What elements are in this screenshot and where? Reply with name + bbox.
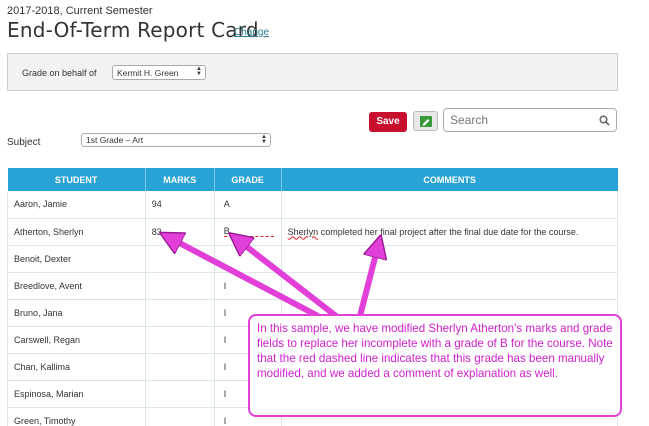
- student-name: Breedlove, Avent: [7, 272, 146, 300]
- comment-text: completed her final project after the fi…: [318, 226, 579, 237]
- grade-field[interactable]: A: [214, 191, 282, 219]
- comment-field[interactable]: [281, 245, 619, 273]
- save-button[interactable]: Save: [369, 112, 407, 132]
- student-name: Chan, Kallima: [7, 353, 146, 381]
- table-row: Breedlove, Avent I: [7, 272, 619, 300]
- behalf-label: Grade on behalf of: [22, 68, 97, 78]
- search-box[interactable]: [443, 108, 617, 132]
- column-header-comments[interactable]: COMMENTS: [281, 168, 618, 191]
- marks-field[interactable]: [145, 353, 215, 381]
- table-row: Aaron, Jamie 94 A: [7, 191, 619, 219]
- marks-field[interactable]: 83: [145, 218, 215, 246]
- column-header-marks[interactable]: MARKS: [145, 168, 215, 191]
- student-name: Green, Timothy: [7, 407, 146, 426]
- student-name: Atherton, Sherlyn: [7, 218, 146, 246]
- select-arrows-icon: ▲ ▼: [196, 66, 202, 77]
- behalf-select-value: Kermit H. Green: [117, 68, 179, 78]
- spellcheck-word: Sherlyn: [287, 226, 319, 237]
- table-row: Benoit, Dexter: [7, 245, 619, 273]
- pencil-icon: [420, 116, 432, 127]
- student-name: Bruno, Jana: [7, 299, 146, 327]
- page-title: End-Of-Term Report Card: [7, 18, 259, 42]
- subject-select[interactable]: 1st Grade – Art ▲ ▼: [81, 133, 271, 147]
- marks-field[interactable]: [145, 407, 215, 426]
- change-link[interactable]: Change: [234, 27, 269, 38]
- marks-field[interactable]: [145, 326, 215, 354]
- manual-grade-marker: B: [223, 226, 274, 237]
- table-header-row: STUDENT MARKS GRADE COMMENTS: [7, 168, 618, 191]
- table-row: Atherton, Sherlyn 83 B Sherlyn completed…: [7, 218, 619, 246]
- subject-label: Subject: [7, 137, 41, 148]
- marks-field[interactable]: [145, 245, 215, 273]
- annotation-callout: In this sample, we have modified Sherlyn…: [248, 314, 622, 417]
- term-label: 2017-2018, Current Semester: [7, 5, 153, 17]
- marks-field[interactable]: [145, 299, 215, 327]
- search-icon[interactable]: [599, 115, 610, 126]
- comment-field[interactable]: [281, 191, 619, 219]
- search-input[interactable]: [450, 113, 590, 127]
- student-name: Espinosa, Marian: [7, 380, 146, 408]
- select-arrows-icon: ▲ ▼: [261, 134, 267, 145]
- column-header-grade[interactable]: GRADE: [214, 168, 282, 191]
- grade-field[interactable]: B: [214, 218, 282, 246]
- grade-field[interactable]: I: [214, 272, 282, 300]
- comment-field[interactable]: Sherlyn completed her final project afte…: [281, 218, 619, 246]
- student-name: Aaron, Jamie: [7, 191, 146, 219]
- comment-field[interactable]: [281, 272, 619, 300]
- behalf-select[interactable]: Kermit H. Green ▲ ▼: [112, 65, 206, 80]
- behalf-panel: Grade on behalf of Kermit H. Green ▲ ▼: [7, 53, 618, 91]
- column-header-student[interactable]: STUDENT: [7, 168, 146, 191]
- marks-field[interactable]: [145, 272, 215, 300]
- edit-button[interactable]: [413, 111, 438, 131]
- marks-field[interactable]: [145, 380, 215, 408]
- grade-field[interactable]: [214, 245, 282, 273]
- subject-select-value: 1st Grade – Art: [86, 135, 144, 145]
- student-name: Benoit, Dexter: [7, 245, 146, 273]
- student-name: Carswell, Regan: [7, 326, 146, 354]
- marks-field[interactable]: 94: [145, 191, 215, 219]
